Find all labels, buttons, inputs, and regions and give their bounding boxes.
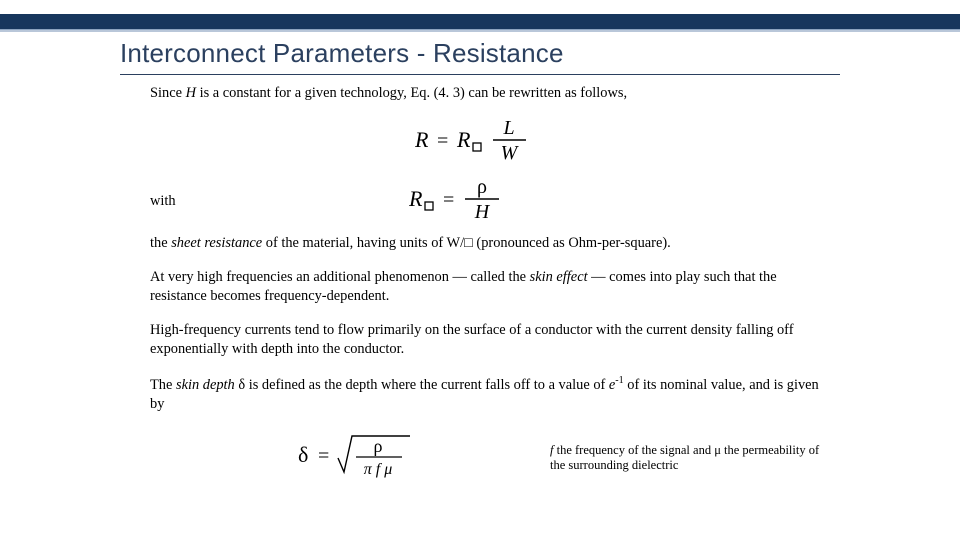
header-band <box>0 14 960 30</box>
title-rule <box>120 74 840 75</box>
label-with: with <box>150 192 310 211</box>
text: At very high frequencies an additional p… <box>150 269 530 285</box>
text: is defined as the depth where the curren… <box>245 376 609 392</box>
svg-text:R: R <box>456 127 471 152</box>
para-hf: High-frequency currents tend to flow pri… <box>150 321 830 360</box>
svg-text:ρ: ρ <box>374 436 383 456</box>
text: The <box>150 376 176 392</box>
page-title: Interconnect Parameters - Resistance <box>120 38 564 69</box>
em-sheet-resistance: sheet resistance <box>171 235 262 251</box>
equation-Rsq: R = ρ H <box>314 176 634 228</box>
equation-R: R = R L W <box>150 117 830 169</box>
svg-text:W: W <box>501 142 520 163</box>
svg-text:ρ: ρ <box>477 176 487 198</box>
svg-text:L: L <box>502 117 514 139</box>
var-f: f <box>550 443 557 457</box>
para-sheet: the sheet resistance of the material, ha… <box>150 234 830 253</box>
svg-text:R: R <box>409 186 423 211</box>
equation-delta: δ = ρ π f μ <box>150 428 550 488</box>
body-content: Since H is a constant for a given techno… <box>150 84 830 489</box>
para-skin-effect: At very high frequencies an additional p… <box>150 268 830 307</box>
para-intro: Since H is a constant for a given techno… <box>150 84 830 103</box>
var-delta: δ <box>235 376 245 392</box>
em-skin-effect: skin effect <box>530 269 588 285</box>
note-f-mu: f the frequency of the signal and μ the … <box>550 443 830 474</box>
row-with: with R = ρ H <box>150 176 830 228</box>
exp-minus1: -1 <box>615 375 623 386</box>
text: the frequency of the signal and μ the pe… <box>550 443 819 473</box>
text: is a constant for a given technology, Eq… <box>196 85 627 101</box>
svg-text:R: R <box>415 127 429 152</box>
svg-text:δ: δ <box>298 442 308 467</box>
svg-text:H: H <box>473 201 490 222</box>
text: Since <box>150 85 186 101</box>
em-skin-depth: skin depth <box>176 376 235 392</box>
para-skin-depth: The skin depth δ is defined as the depth… <box>150 374 830 415</box>
svg-text:=: = <box>437 130 448 152</box>
var-H: H <box>186 85 196 101</box>
row-skin-eq: δ = ρ π f μ f the frequency of the signa… <box>150 428 830 488</box>
text: of the material, having units of W/□ (pr… <box>262 235 671 251</box>
svg-text:π f μ: π f μ <box>364 461 393 478</box>
svg-text:=: = <box>443 189 454 211</box>
text: the <box>150 235 171 251</box>
svg-text:=: = <box>318 445 329 467</box>
